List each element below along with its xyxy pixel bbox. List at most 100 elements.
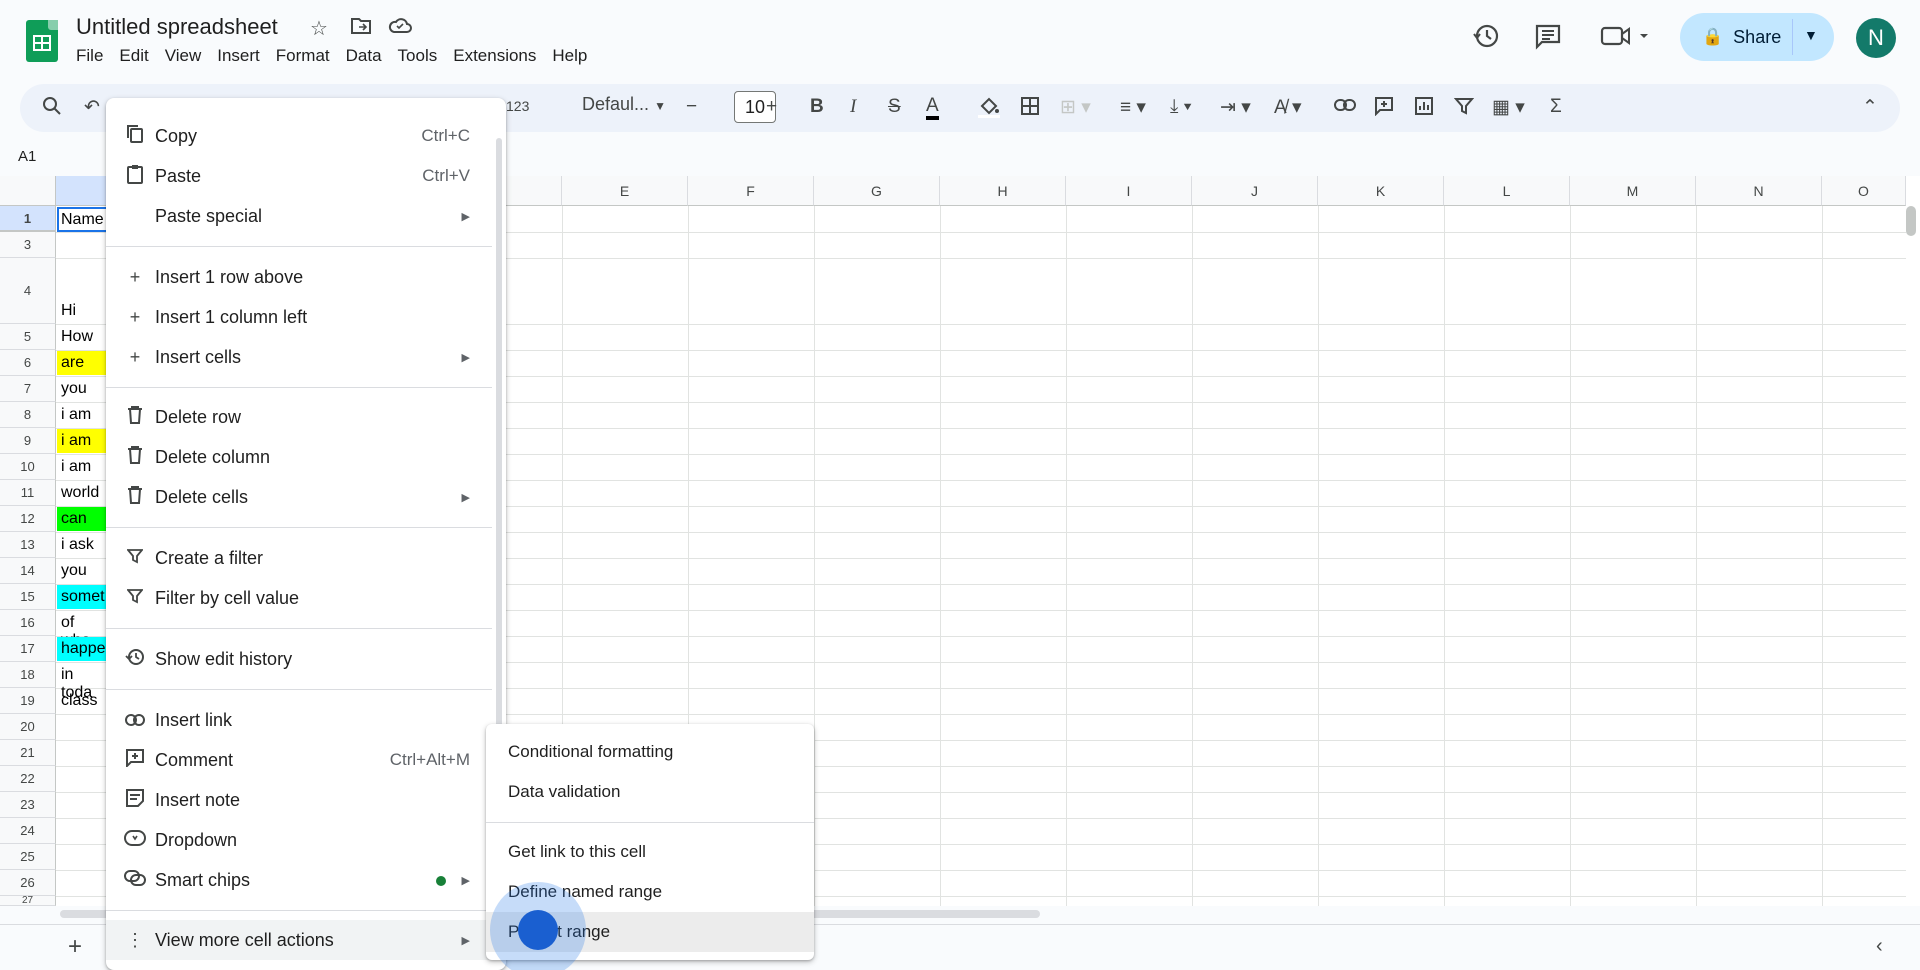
row-header-16[interactable]: 16 bbox=[0, 610, 56, 636]
cell-a13[interactable]: i ask bbox=[57, 536, 94, 554]
row-header-21[interactable]: 21 bbox=[0, 740, 56, 766]
row-header-3[interactable]: 3 bbox=[0, 232, 56, 258]
version-history-icon[interactable] bbox=[1472, 22, 1500, 57]
menu-item-delete-row[interactable]: Delete row bbox=[106, 397, 492, 437]
menu-edit[interactable]: Edit bbox=[111, 46, 156, 66]
vertical-align-icon[interactable]: ⤓ ▾ bbox=[1170, 96, 1192, 118]
menu-item-paste-special[interactable]: Paste special ▶ bbox=[106, 196, 492, 236]
menu-help[interactable]: Help bbox=[544, 46, 595, 66]
row-header-17[interactable]: 17 bbox=[0, 636, 56, 662]
column-header-n[interactable]: N bbox=[1696, 176, 1822, 206]
cell-a8[interactable]: i am bbox=[57, 406, 91, 424]
row-header-12[interactable]: 12 bbox=[0, 506, 56, 532]
fill-color-icon[interactable] bbox=[978, 96, 1000, 124]
document-title[interactable]: Untitled spreadsheet bbox=[76, 14, 278, 40]
increase-font-size-icon[interactable]: + bbox=[766, 96, 777, 118]
cell-a15[interactable]: somet bbox=[57, 585, 106, 609]
row-header-7[interactable]: 7 bbox=[0, 376, 56, 402]
cell-a12[interactable]: can bbox=[57, 507, 106, 531]
number-format-label[interactable]: 123 bbox=[506, 98, 529, 114]
row-header-8[interactable]: 8 bbox=[0, 402, 56, 428]
column-header-f[interactable]: F bbox=[688, 176, 814, 206]
row-header-20[interactable]: 20 bbox=[0, 714, 56, 740]
menu-item-show-edit-history[interactable]: Show edit history bbox=[106, 639, 492, 679]
column-header-a[interactable] bbox=[56, 176, 106, 206]
share-dropdown-icon[interactable]: ▼ bbox=[1804, 27, 1818, 43]
menu-item-insert-cells[interactable]: + Insert cells ▶ bbox=[106, 337, 492, 377]
row-header-10[interactable]: 10 bbox=[0, 454, 56, 480]
name-box[interactable]: A1 bbox=[18, 148, 36, 165]
insert-chart-icon[interactable] bbox=[1414, 96, 1434, 122]
cell-a10[interactable]: i am bbox=[57, 458, 91, 476]
strikethrough-icon[interactable]: S bbox=[888, 96, 901, 118]
column-header-k[interactable]: K bbox=[1318, 176, 1444, 206]
cell-a9[interactable]: i am bbox=[57, 429, 106, 453]
submenu-item-conditional-formatting[interactable]: Conditional formatting bbox=[486, 732, 814, 772]
cloud-saved-icon[interactable] bbox=[388, 16, 412, 40]
filter-views-icon[interactable]: ▦ ▾ bbox=[1492, 96, 1525, 119]
row-header-11[interactable]: 11 bbox=[0, 480, 56, 506]
borders-icon[interactable] bbox=[1020, 96, 1040, 122]
create-filter-icon[interactable] bbox=[1453, 96, 1475, 122]
horizontal-align-icon[interactable]: ≡ ▾ bbox=[1120, 96, 1146, 119]
column-header-m[interactable]: M bbox=[1570, 176, 1696, 206]
avatar[interactable]: N bbox=[1856, 18, 1896, 58]
column-header-e[interactable]: E bbox=[562, 176, 688, 206]
row-header-18[interactable]: 18 bbox=[0, 662, 56, 688]
row-header-19[interactable]: 19 bbox=[0, 688, 56, 714]
vertical-scrollbar[interactable] bbox=[1906, 206, 1916, 236]
add-sheet-icon[interactable]: + bbox=[68, 933, 82, 961]
collapse-side-panel-icon[interactable]: ‹ bbox=[1876, 935, 1883, 958]
text-color-icon[interactable]: A bbox=[926, 96, 939, 120]
collapse-toolbar-icon[interactable]: ⌃ bbox=[1862, 96, 1878, 119]
submenu-item-data-validation[interactable]: Data validation bbox=[486, 772, 814, 812]
search-menus-icon[interactable] bbox=[42, 96, 62, 122]
cell-a14[interactable]: you bbox=[57, 562, 87, 580]
merge-cells-icon[interactable]: ⊞ ▾ bbox=[1060, 96, 1091, 119]
cell-a19[interactable]: class bbox=[57, 692, 97, 710]
italic-icon[interactable]: I bbox=[850, 96, 856, 118]
insert-link-icon[interactable] bbox=[1334, 96, 1356, 118]
cell-a7[interactable]: you bbox=[57, 380, 87, 398]
star-icon[interactable]: ☆ bbox=[310, 16, 328, 41]
menu-item-view-more-cell-actions[interactable]: ⋮ View more cell actions ▶ bbox=[106, 920, 492, 960]
row-header-25[interactable]: 25 bbox=[0, 844, 56, 870]
menu-tools[interactable]: Tools bbox=[390, 46, 446, 66]
menu-insert[interactable]: Insert bbox=[209, 46, 268, 66]
cell-a11[interactable]: world bbox=[57, 484, 99, 502]
menu-item-delete-cells[interactable]: Delete cells ▶ bbox=[106, 477, 492, 517]
cell-a4[interactable]: Hi bbox=[57, 302, 76, 320]
comments-icon[interactable] bbox=[1534, 22, 1562, 57]
row-header-1[interactable]: 1 bbox=[0, 206, 56, 232]
menu-view[interactable]: View bbox=[157, 46, 210, 66]
row-header-4[interactable]: 4 bbox=[0, 258, 56, 324]
select-all-corner[interactable] bbox=[0, 176, 56, 206]
move-folder-icon[interactable] bbox=[350, 16, 372, 42]
row-header-22[interactable]: 22 bbox=[0, 766, 56, 792]
cell-a6[interactable]: are bbox=[57, 351, 106, 375]
column-header-l[interactable]: L bbox=[1444, 176, 1570, 206]
row-header-24[interactable]: 24 bbox=[0, 818, 56, 844]
row-header-5[interactable]: 5 bbox=[0, 324, 56, 350]
row-header-26[interactable]: 26 bbox=[0, 870, 56, 896]
menu-item-paste[interactable]: Paste Ctrl+V bbox=[106, 156, 492, 196]
text-rotation-icon[interactable]: A̸ ▾ bbox=[1274, 96, 1302, 119]
column-header-j[interactable]: J bbox=[1192, 176, 1318, 206]
column-header-h[interactable]: H bbox=[940, 176, 1066, 206]
menu-item-delete-column[interactable]: Delete column bbox=[106, 437, 492, 477]
text-wrapping-icon[interactable]: ⇥ ▾ bbox=[1220, 96, 1251, 119]
meet-icon[interactable] bbox=[1600, 22, 1650, 57]
column-header-d[interactable] bbox=[506, 176, 562, 206]
column-header-o[interactable]: O bbox=[1822, 176, 1906, 206]
row-header-15[interactable]: 15 bbox=[0, 584, 56, 610]
menu-item-insert-link[interactable]: Insert link bbox=[106, 700, 492, 740]
font-family-select[interactable]: Defaul... ▼ bbox=[582, 94, 666, 115]
menu-item-smart-chips[interactable]: Smart chips ▶ bbox=[106, 860, 492, 900]
cell-a17[interactable]: happe bbox=[57, 637, 106, 661]
menu-file[interactable]: File bbox=[68, 46, 111, 66]
share-button[interactable]: 🔒 Share ▼ bbox=[1680, 13, 1834, 61]
menu-item-create-filter[interactable]: Create a filter bbox=[106, 538, 492, 578]
menu-format[interactable]: Format bbox=[268, 46, 338, 66]
row-header-6[interactable]: 6 bbox=[0, 350, 56, 376]
insert-comment-icon[interactable] bbox=[1374, 96, 1394, 122]
